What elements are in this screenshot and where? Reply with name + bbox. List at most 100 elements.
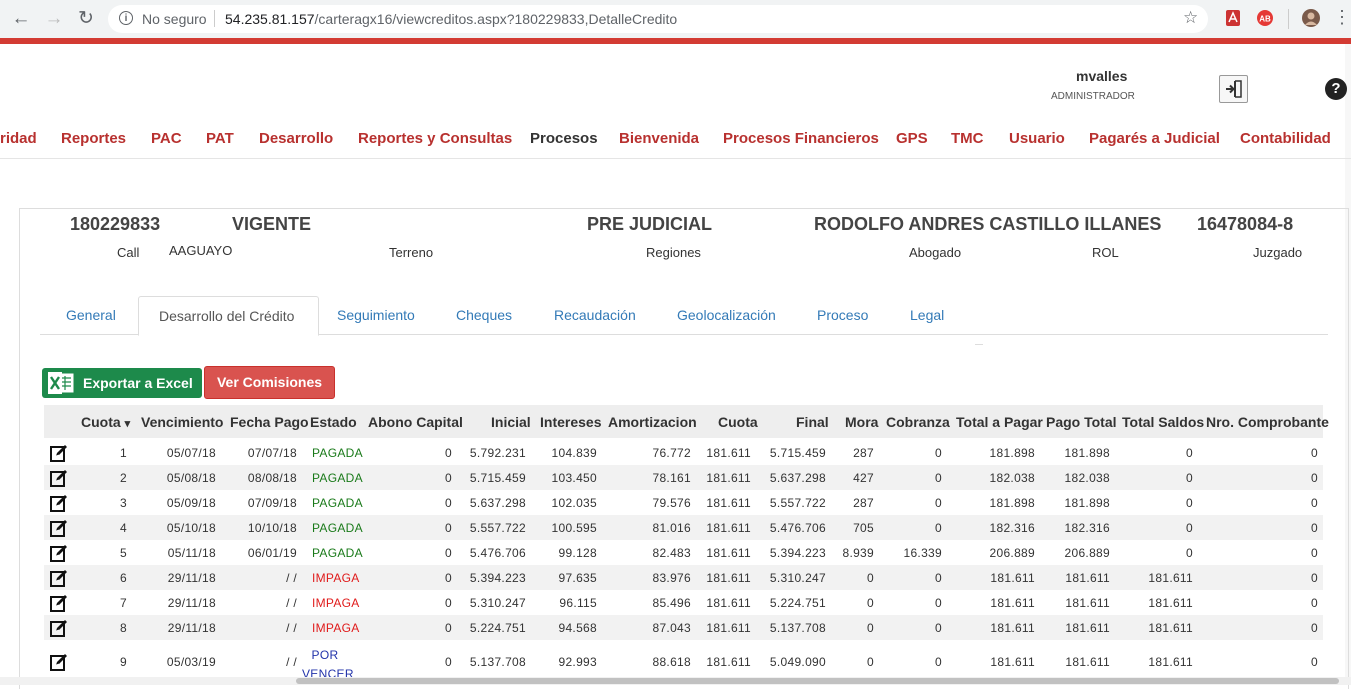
cell-abono: 0 (445, 571, 452, 585)
cell-mora: 705 (853, 521, 874, 535)
info-icon[interactable]: i (119, 11, 133, 25)
cell-pago: / / (286, 655, 297, 669)
cell-mora: 287 (853, 496, 874, 510)
cell-inicial: 5.637.298 (469, 496, 526, 510)
cell-amort: 76.772 (652, 446, 691, 460)
menu-item-pac[interactable]: PAC (151, 130, 182, 147)
help-icon[interactable]: ? (1325, 78, 1347, 100)
cell-amort: 87.043 (652, 621, 691, 635)
menu-item-desarrollo[interactable]: Desarrollo (259, 130, 333, 147)
reload-icon[interactable]: ↻ (74, 7, 98, 31)
cell-total: 181.611 (990, 655, 1035, 669)
col-pago-total: Pago Total (1046, 414, 1117, 430)
cell-amort: 83.976 (652, 571, 691, 585)
menu-item-gps[interactable]: GPS (896, 130, 928, 147)
cell-mora: 287 (853, 446, 874, 460)
edit-icon[interactable] (49, 443, 69, 463)
tab-desarrollo-credito[interactable]: Desarrollo del Crédito (159, 308, 294, 324)
cell-intereses: 103.450 (551, 471, 597, 485)
url-text[interactable]: 54.235.81.157/carteragx16/viewcreditos.a… (225, 11, 677, 27)
edit-icon[interactable] (49, 468, 69, 488)
cell-venc: 29/11/18 (167, 596, 216, 610)
browser-menu-icon[interactable]: ⋮ (1333, 6, 1351, 28)
export-excel-label: Exportar a Excel (83, 375, 193, 391)
menu-item-tmc[interactable]: TMC (951, 130, 984, 147)
col-abono-capital: Abono Capital (368, 414, 463, 430)
cell-inicial: 5.476.706 (469, 546, 526, 560)
client-name: RODOLFO ANDRES CASTILLO ILLANES (814, 214, 1162, 234)
cell-cobranza: 0 (935, 655, 942, 669)
cell-final: 5.557.722 (769, 496, 826, 510)
tab-seguimiento[interactable]: Seguimiento (337, 307, 415, 323)
menu-item-reportes-consultas[interactable]: Reportes y Consultas (358, 130, 512, 147)
horizontal-scroll-thumb[interactable] (296, 678, 1339, 684)
edit-icon[interactable] (49, 618, 69, 638)
cell-saldos: 181.611 (1148, 596, 1193, 610)
cell-pago: 07/09/18 (247, 496, 297, 510)
cell-intereses: 99.128 (558, 546, 597, 560)
tab-geolocalizacion[interactable]: Geolocalización (677, 307, 776, 323)
tab-recaudacion[interactable]: Recaudación (554, 307, 636, 323)
menu-item-reportes[interactable]: Reportes (61, 130, 126, 147)
estado-line-1: POR (311, 648, 339, 662)
cell-total: 206.889 (989, 546, 1035, 560)
menu-item-pat[interactable]: PAT (206, 130, 234, 147)
cell-abono: 0 (445, 621, 452, 635)
menu-item-seguridad[interactable]: ridad (0, 130, 37, 147)
edit-icon[interactable] (49, 652, 69, 672)
back-arrow-icon[interactable]: ← (9, 7, 33, 31)
cell-final: 5.137.708 (769, 621, 826, 635)
edit-icon[interactable] (49, 518, 69, 538)
tab-proceso[interactable]: Proceso (817, 307, 868, 323)
logout-button[interactable] (1219, 75, 1248, 103)
cell-intereses: 102.035 (551, 496, 597, 510)
cell-comprobante: 0 (1311, 521, 1318, 535)
tab-cheques[interactable]: Cheques (456, 307, 512, 323)
cell-abono: 0 (445, 596, 452, 610)
cell-pago: 08/08/18 (247, 471, 297, 485)
profile-avatar-icon[interactable] (1302, 9, 1320, 27)
cell-mora: 0 (867, 571, 874, 585)
menu-item-pagares-judicial[interactable]: Pagarés a Judicial (1089, 130, 1220, 147)
cell-pago: / / (286, 596, 297, 610)
address-bar[interactable]: i No seguro 54.235.81.157/carteragx16/vi… (108, 5, 1208, 33)
bookmark-star-icon[interactable]: ☆ (1183, 8, 1198, 28)
edit-icon[interactable] (49, 493, 69, 513)
pdf-extension-icon[interactable] (1224, 9, 1242, 27)
cell-final: 5.476.706 (769, 521, 826, 535)
cell-saldos: 0 (1186, 446, 1193, 460)
menu-item-bienvenida[interactable]: Bienvenida (619, 130, 699, 147)
credit-number: 180229833 (70, 214, 161, 234)
menu-item-procesos-financieros[interactable]: Procesos Financieros (723, 130, 879, 147)
tab-general[interactable]: General (66, 307, 116, 323)
cell-amort: 78.161 (652, 471, 691, 485)
edit-icon[interactable] (49, 568, 69, 588)
ver-comisiones-button[interactable]: Ver Comisiones (204, 366, 335, 399)
tab-legal[interactable]: Legal (910, 307, 944, 323)
edit-icon[interactable] (49, 543, 69, 563)
menu-item-contabilidad[interactable]: Contabilidad (1240, 130, 1331, 147)
menu-item-usuario[interactable]: Usuario (1009, 130, 1065, 147)
forward-arrow-icon[interactable]: → (42, 7, 66, 31)
cell-saldos: 181.611 (1148, 655, 1193, 669)
cell-cuota: 181.611 (706, 471, 751, 485)
cell-cobranza: 0 (935, 621, 942, 635)
cell-total: 181.611 (990, 621, 1035, 635)
cell-intereses: 100.595 (551, 521, 597, 535)
menu-item-procesos[interactable]: Procesos (530, 130, 598, 147)
cell-abono: 0 (445, 496, 452, 510)
adblock-extension-icon[interactable]: AB (1256, 9, 1274, 27)
user-role: ADMINISTRADOR (1051, 91, 1135, 102)
export-excel-button[interactable]: Exportar a Excel (42, 368, 202, 398)
col-cuota-monto: Cuota (718, 414, 758, 430)
rol-label: ROL (1092, 245, 1119, 260)
col-intereses: Intereses (540, 414, 602, 430)
cell-n: 8 (120, 621, 127, 635)
col-total-pagar: Total a Pagar (956, 414, 1043, 430)
call-value: AAGUAYO (169, 243, 233, 258)
cell-cobranza: 0 (935, 471, 942, 485)
edit-icon[interactable] (49, 593, 69, 613)
col-cuota-sortable[interactable]: Cuota ▾ (81, 414, 130, 430)
credit-stage: PRE JUDICIAL (587, 214, 713, 234)
cell-abono: 0 (445, 521, 452, 535)
